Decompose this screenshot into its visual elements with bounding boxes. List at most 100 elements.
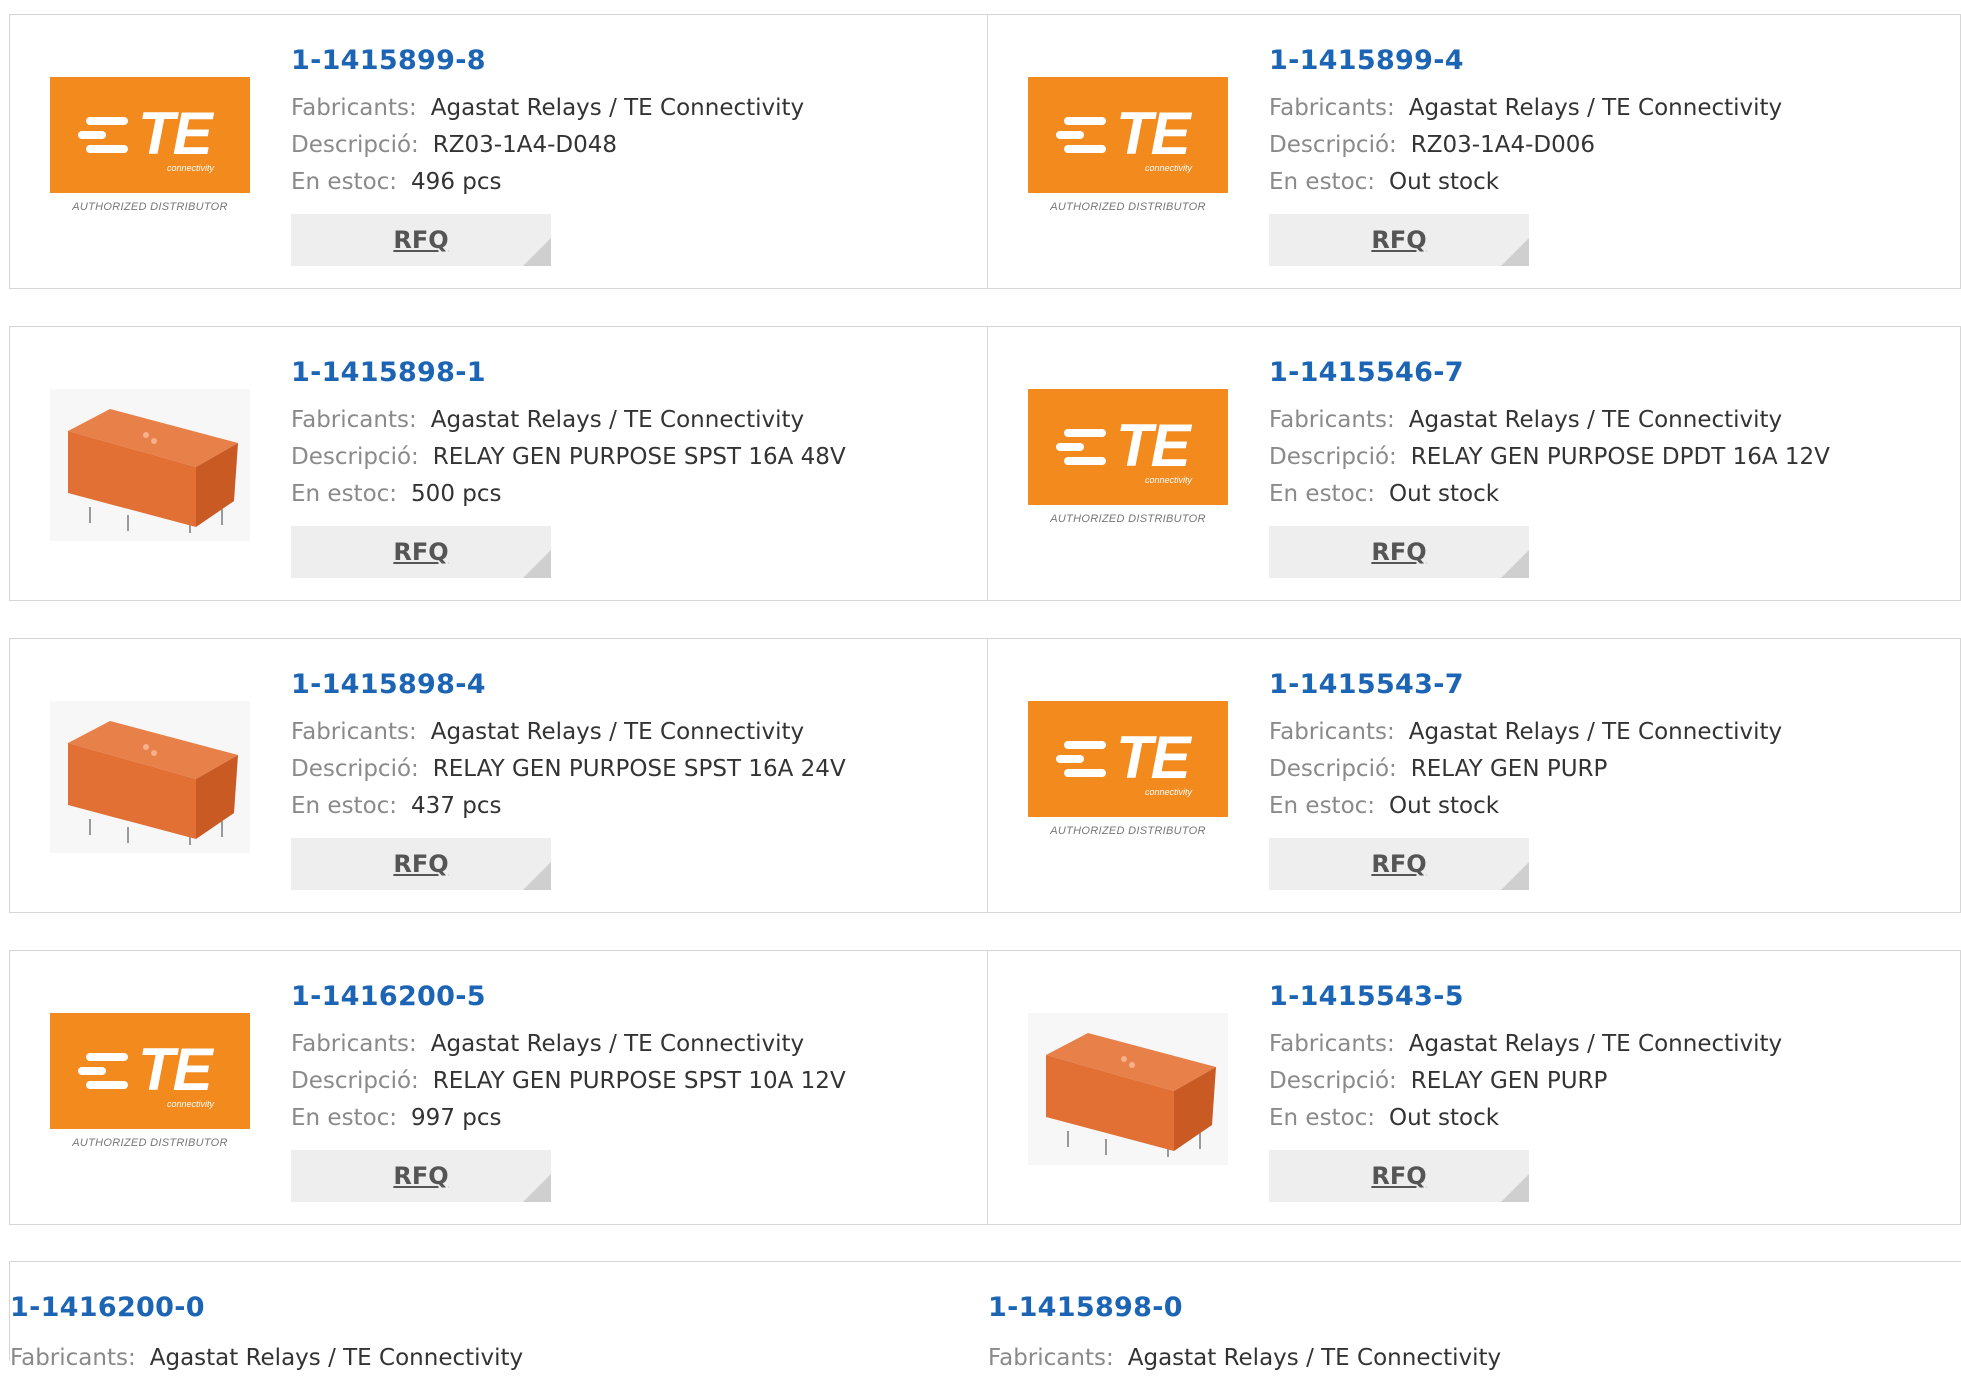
product-card: TE connectivity AUTHORIZED DISTRIBUTOR 1-14… <box>988 639 1960 912</box>
product-info: 1-1415899-4 Fabricants: Agastat Relays / T… <box>1269 45 1782 266</box>
part-number-link[interactable]: 1-1415546-7 <box>1269 357 1830 388</box>
te-connectivity-logo: TE connectivity AUTHORIZED DISTRIBUTOR <box>1028 389 1228 541</box>
rfq-button[interactable]: RFQ <box>1269 214 1529 266</box>
description-value: RELAY GEN PURP <box>1410 756 1608 782</box>
description-line: Descripció: RELAY GEN PURP <box>1269 751 1782 788</box>
manufacturer-line: Fabricants: Agastat Relays / TE Connectiv… <box>291 90 804 127</box>
stock-value: Out stock <box>1389 169 1500 195</box>
rfq-button[interactable]: RFQ <box>1269 526 1529 578</box>
part-number-link[interactable]: 1-1415899-4 <box>1269 45 1782 76</box>
authorized-distributor-text: AUTHORIZED DISTRIBUTOR <box>72 1137 228 1149</box>
te-logo-sub: connectivity <box>1144 475 1192 485</box>
product-info: 1-1415898-4 Fabricants: Agastat Relays / T… <box>291 669 846 890</box>
part-number-link[interactable]: 1-1416200-5 <box>291 981 846 1012</box>
stock-label: En estoc: <box>291 793 398 819</box>
product-thumbnail[interactable]: TE connectivity AUTHORIZED DISTRIBUTOR <box>1028 389 1228 541</box>
te-connectivity-logo: TE connectivity AUTHORIZED DISTRIBUTOR <box>50 1013 250 1165</box>
part-number-link[interactable]: 1-1415543-7 <box>1269 669 1782 700</box>
description-label: Descripció: <box>1269 1068 1397 1094</box>
manufacturer-line: Fabricants: Agastat Relays / TE Connectiv… <box>291 714 846 751</box>
manufacturer-value: Agastat Relays / TE Connectivity <box>430 95 805 121</box>
relay-product-image <box>50 701 250 853</box>
rfq-label: RFQ <box>393 226 449 254</box>
description-value: RELAY GEN PURPOSE SPST 16A 48V <box>432 444 846 470</box>
product-thumbnail[interactable] <box>50 389 250 541</box>
product-thumbnail[interactable]: TE connectivity AUTHORIZED DISTRIBUTOR <box>50 1013 250 1165</box>
te-logo-brand: TE <box>138 1036 213 1103</box>
part-number-link[interactable]: 1-1415898-4 <box>291 669 846 700</box>
stock-value: 437 pcs <box>411 793 502 819</box>
stock-label: En estoc: <box>1269 169 1376 195</box>
manufacturer-value: Agastat Relays / TE Connectivity <box>430 1031 805 1057</box>
te-connectivity-logo: TE connectivity AUTHORIZED DISTRIBUTOR <box>1028 701 1228 853</box>
stock-line: En estoc: Out stock <box>1269 1100 1782 1137</box>
product-card: 1-1415543-5 Fabricants: Agastat Relays / T… <box>988 951 1960 1224</box>
stock-label: En estoc: <box>1269 1105 1376 1131</box>
description-value: RZ03-1A4-D048 <box>432 132 618 158</box>
te-logo-sub: connectivity <box>1144 163 1192 173</box>
product-row: 1-1415898-4 Fabricants: Agastat Relays / T… <box>9 638 1961 913</box>
description-value: RELAY GEN PURPOSE SPST 10A 12V <box>432 1068 846 1094</box>
manufacturer-line: Fabricants: Agastat Relays / TE Connectiv… <box>291 402 846 439</box>
rfq-button[interactable]: RFQ <box>1269 838 1529 890</box>
product-info: 1-1415899-8 Fabricants: Agastat Relays / T… <box>291 45 804 266</box>
product-card: 1-1415898-0 Fabricants: Agastat Relays / … <box>988 1262 1961 1371</box>
product-card: TE connectivity AUTHORIZED DISTRIBUTOR 1-14… <box>10 15 988 288</box>
manufacturer-line: Fabricants: Agastat Relays / TE Connectiv… <box>10 1340 523 1377</box>
rfq-label: RFQ <box>393 850 449 878</box>
description-line: Descripció: RZ03-1A4-D006 <box>1269 127 1782 164</box>
rfq-button[interactable]: RFQ <box>291 1150 551 1202</box>
part-number-link[interactable]: 1-1415898-0 <box>988 1292 1183 1323</box>
te-logo-sub: connectivity <box>1144 787 1192 797</box>
part-number-link[interactable]: 1-1415898-1 <box>291 357 846 388</box>
product-card: 1-1415898-4 Fabricants: Agastat Relays / T… <box>10 639 988 912</box>
rfq-button[interactable]: RFQ <box>291 838 551 890</box>
rfq-button[interactable]: RFQ <box>291 214 551 266</box>
manufacturer-value: Agastat Relays / TE Connectivity <box>430 719 805 745</box>
rfq-label: RFQ <box>1371 226 1427 254</box>
product-info: 1-1416200-5 Fabricants: Agastat Relays / T… <box>291 981 846 1202</box>
description-line: Descripció: RELAY GEN PURPOSE SPST 16A 48… <box>291 439 846 476</box>
product-thumbnail[interactable]: TE connectivity AUTHORIZED DISTRIBUTOR <box>1028 77 1228 229</box>
part-number-link[interactable]: 1-1416200-0 <box>10 1292 205 1323</box>
stock-label: En estoc: <box>1269 481 1376 507</box>
te-connectivity-logo: TE connectivity AUTHORIZED DISTRIBUTOR <box>50 77 250 229</box>
description-label: Descripció: <box>291 444 419 470</box>
rfq-button[interactable]: RFQ <box>291 526 551 578</box>
rfq-label: RFQ <box>1371 1162 1427 1190</box>
product-info: 1-1415543-7 Fabricants: Agastat Relays / T… <box>1269 669 1782 890</box>
product-thumbnail[interactable]: TE connectivity AUTHORIZED DISTRIBUTOR <box>50 77 250 229</box>
description-line: Descripció: RELAY GEN PURPOSE SPST 16A 24… <box>291 751 846 788</box>
product-row: TE connectivity AUTHORIZED DISTRIBUTOR 1-14… <box>9 14 1961 289</box>
manufacturer-label: Fabricants: <box>1269 95 1395 121</box>
product-info: 1-1415546-7 Fabricants: Agastat Relays / T… <box>1269 357 1830 578</box>
product-info: 1-1415543-5 Fabricants: Agastat Relays / T… <box>1269 981 1782 1202</box>
manufacturer-label: Fabricants: <box>291 719 417 745</box>
rfq-corner-decoration <box>523 238 551 266</box>
te-logo-brand: TE <box>1116 412 1191 479</box>
description-line: Descripció: RELAY GEN PURPOSE SPST 10A 12… <box>291 1063 846 1100</box>
manufacturer-label: Fabricants: <box>10 1345 136 1371</box>
manufacturer-value: Agastat Relays / TE Connectivity <box>1408 719 1783 745</box>
te-logo-sub: connectivity <box>166 1099 214 1109</box>
rfq-button[interactable]: RFQ <box>1269 1150 1529 1202</box>
part-number-link[interactable]: 1-1415899-8 <box>291 45 804 76</box>
te-logo-mark <box>78 117 128 159</box>
stock-label: En estoc: <box>1269 793 1376 819</box>
manufacturer-label: Fabricants: <box>291 95 417 121</box>
te-logo-mark <box>1056 429 1106 471</box>
manufacturer-line: Fabricants: Agastat Relays / TE Connectiv… <box>1269 90 1782 127</box>
te-logo-brand: TE <box>1116 100 1191 167</box>
product-thumbnail[interactable] <box>1028 1013 1228 1165</box>
part-number-link[interactable]: 1-1415543-5 <box>1269 981 1782 1012</box>
manufacturer-line: Fabricants: Agastat Relays / TE Connectiv… <box>1269 1026 1782 1063</box>
manufacturer-label: Fabricants: <box>1269 1031 1395 1057</box>
authorized-distributor-text: AUTHORIZED DISTRIBUTOR <box>1050 201 1206 213</box>
description-label: Descripció: <box>1269 444 1397 470</box>
manufacturer-line: Fabricants: Agastat Relays / TE Connectiv… <box>291 1026 846 1063</box>
te-logo-sub: connectivity <box>166 163 214 173</box>
manufacturer-value: Agastat Relays / TE Connectivity <box>1408 407 1783 433</box>
description-value: RELAY GEN PURPOSE SPST 16A 24V <box>432 756 846 782</box>
product-thumbnail[interactable]: TE connectivity AUTHORIZED DISTRIBUTOR <box>1028 701 1228 853</box>
product-thumbnail[interactable] <box>50 701 250 853</box>
